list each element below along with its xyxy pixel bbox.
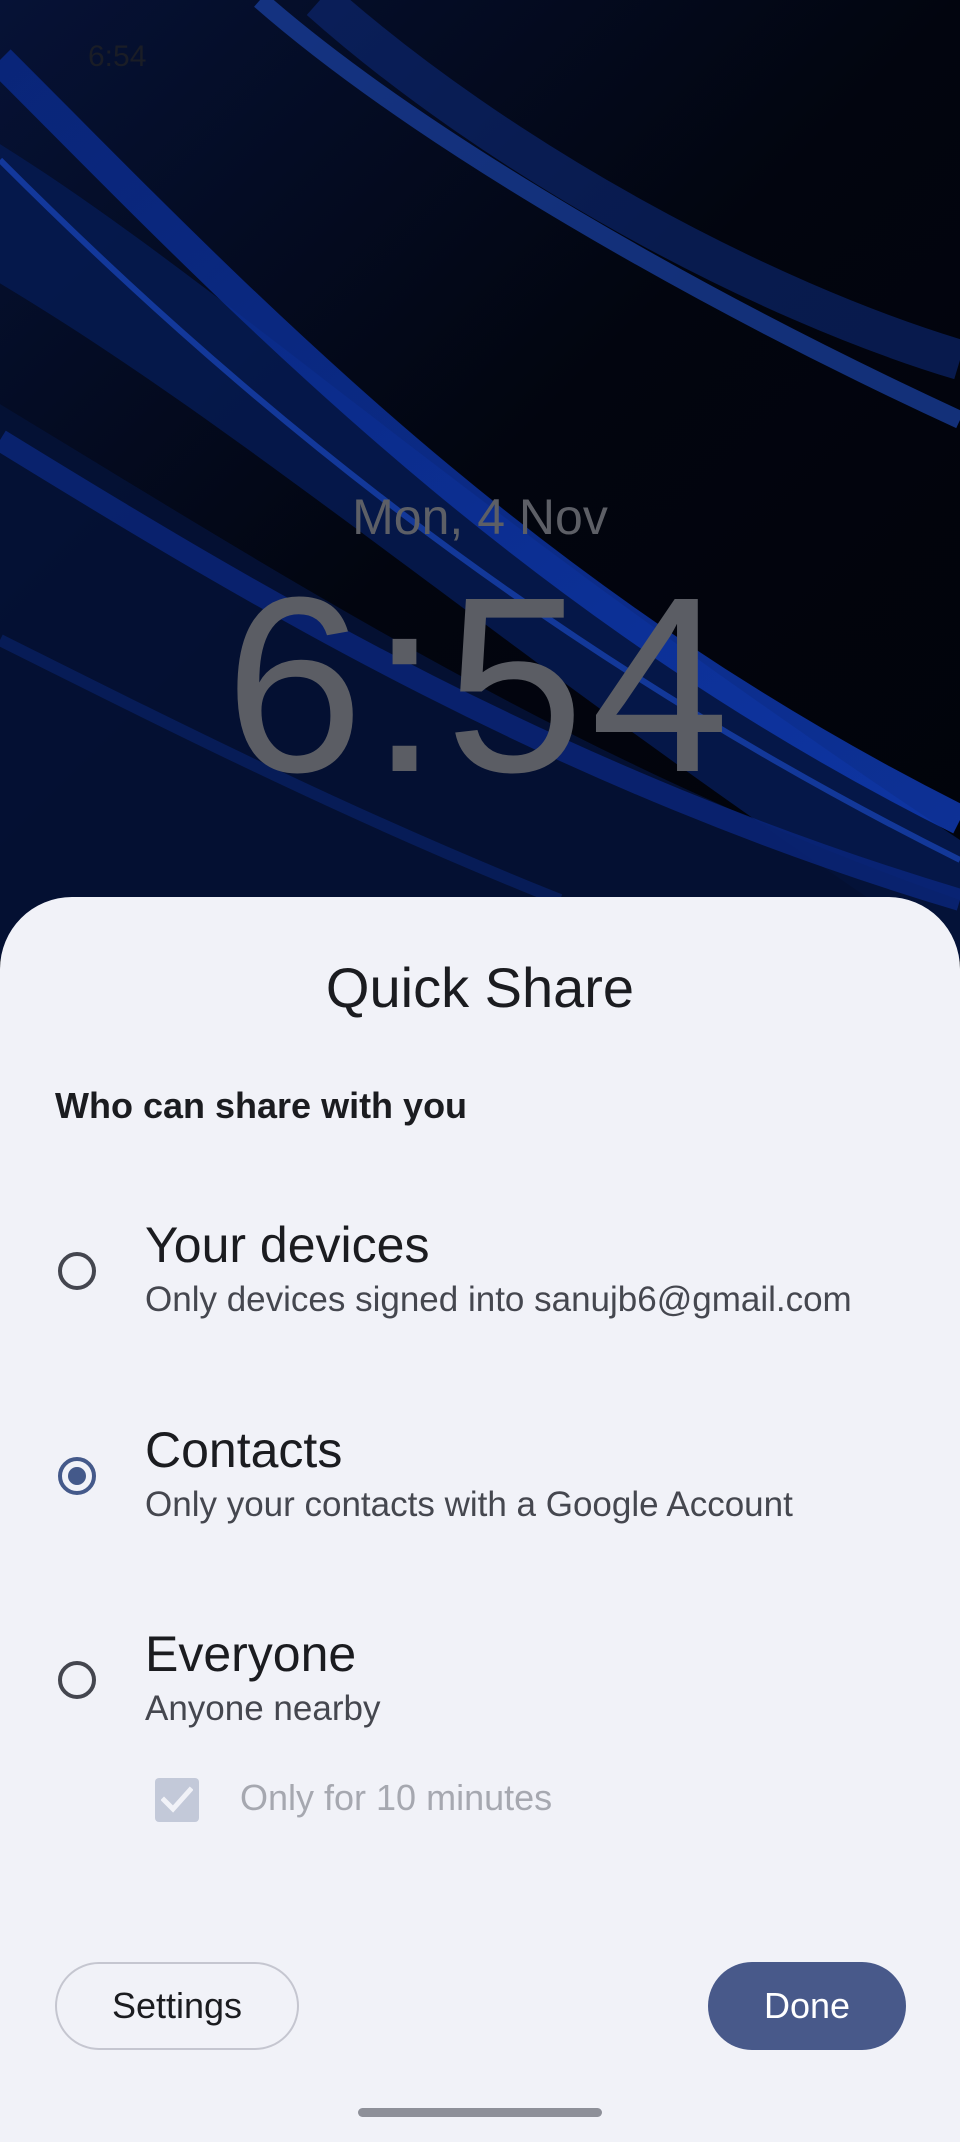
time-limit-label: Only for 10 minutes <box>240 1777 553 1818</box>
option-subtitle-your-devices: Only devices signed into sanujb6@gmail.c… <box>145 1280 852 1319</box>
lock-screen-date: Mon, 4 Nov <box>352 489 608 545</box>
option-title-everyone: Everyone <box>145 1626 357 1682</box>
option-title-your-devices: Your devices <box>145 1217 430 1273</box>
option-subtitle-everyone: Anyone nearby <box>145 1689 381 1728</box>
time-limit-checkbox[interactable] <box>155 1778 199 1822</box>
sheet-title: Quick Share <box>325 956 635 1019</box>
lock-screen-clock: 6:54 <box>224 545 736 824</box>
settings-button[interactable]: Settings <box>55 1962 299 2050</box>
checkmark-icon <box>161 1786 193 1813</box>
radio-button-your-devices[interactable] <box>58 1252 96 1290</box>
radio-button-everyone[interactable] <box>58 1661 96 1699</box>
option-your-devices[interactable]: Your devices Only devices signed into sa… <box>0 1200 960 1350</box>
option-everyone[interactable]: Everyone Anyone nearby <box>0 1609 960 1759</box>
section-label-who-can-share: Who can share with you <box>55 1085 468 1126</box>
option-subtitle-contacts: Only your contacts with a Google Account <box>145 1485 793 1524</box>
home-gesture-bar[interactable] <box>358 2108 602 2117</box>
phone-screen: 6:54 Mon, 4 Nov 6:54 Quick Share Who can… <box>0 0 960 2142</box>
done-button[interactable]: Done <box>708 1962 906 2050</box>
option-title-contacts: Contacts <box>145 1422 343 1478</box>
option-contacts[interactable]: Contacts Only your contacts with a Googl… <box>0 1405 960 1555</box>
status-bar-time: 6:54 <box>88 40 147 73</box>
radio-button-contacts[interactable] <box>58 1457 96 1495</box>
